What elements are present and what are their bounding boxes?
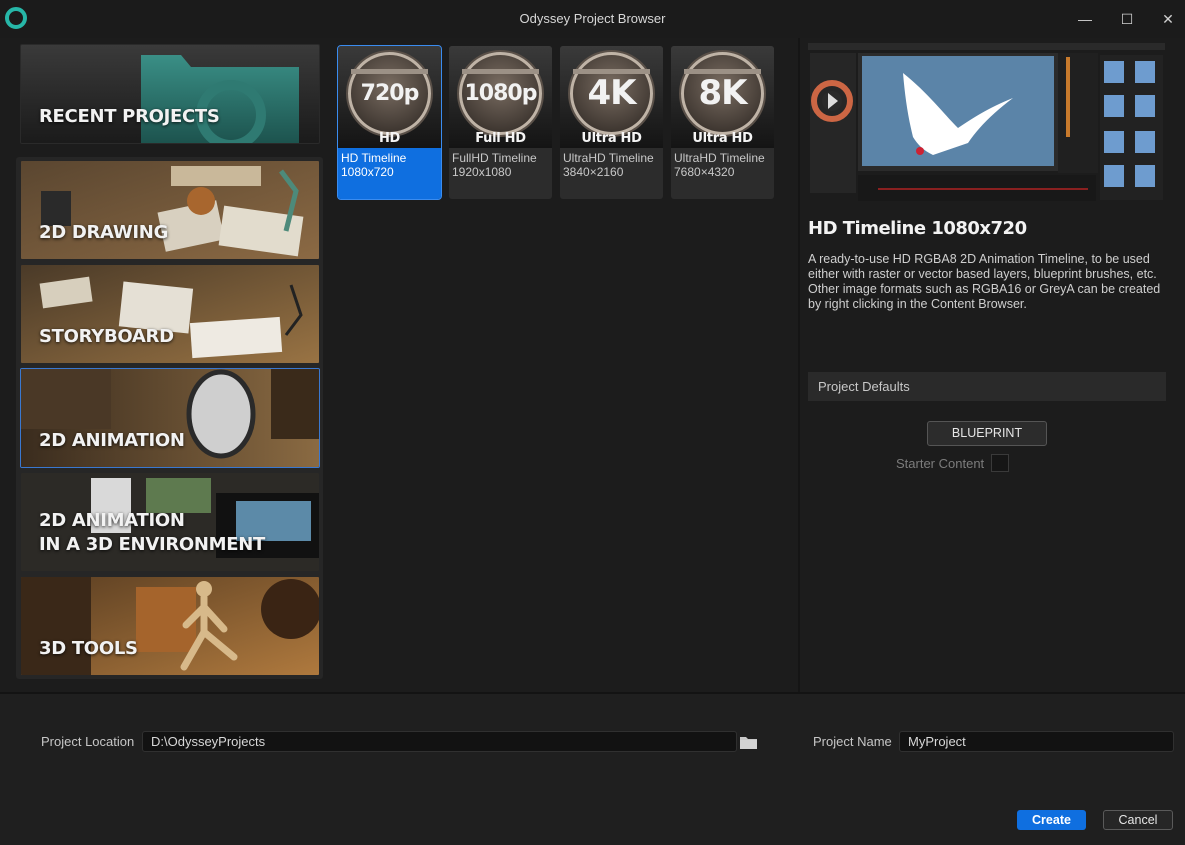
close-button[interactable]: ✕ (1157, 8, 1179, 30)
blueprint-button[interactable]: BLUEPRINT (927, 421, 1047, 446)
project-name-label: Project Name (813, 734, 892, 749)
project-location-input[interactable]: D:\OdysseyProjects (142, 731, 737, 752)
template-tile-4k[interactable]: 4K Ultra HD UltraHD Timeline 3840×2160 (560, 46, 663, 199)
category-3d-tools[interactable]: 3D TOOLS (20, 576, 320, 676)
project-defaults-header: Project Defaults (808, 372, 1166, 401)
template-thumbnail: 4K Ultra HD (560, 46, 663, 148)
window-title: Odyssey Project Browser (519, 11, 666, 26)
template-detail-description: A ready-to-use HD RGBA8 2D Animation Tim… (808, 252, 1161, 311)
template-thumbnail: 8K Ultra HD (671, 46, 774, 148)
template-resolution: 1080x720 (341, 165, 394, 179)
template-name: FullHD Timeline (452, 151, 537, 165)
template-thumbnail: 1080p Full HD (449, 46, 552, 148)
category-label: 3D TOOLS (39, 638, 138, 659)
category-label: STORYBOARD (39, 326, 174, 347)
vertical-divider (798, 38, 800, 692)
template-name: UltraHD Timeline (563, 151, 654, 165)
template-tile-hd[interactable]: 720p HD HD Timeline 1080x720 (337, 45, 442, 200)
category-label: 2D ANIMATION (39, 510, 185, 531)
resolution-badge-icon: 4K (570, 52, 653, 135)
mannequin-image (21, 577, 319, 675)
template-name: HD Timeline (341, 151, 407, 165)
template-tile-full-hd[interactable]: 1080p Full HD FullHD Timeline 1920x1080 (449, 46, 552, 199)
badge-label: 4K (587, 73, 636, 113)
template-subtitle: Ultra HD (581, 131, 642, 146)
template-resolution: 3840×2160 (563, 165, 624, 179)
category-storyboard[interactable]: STORYBOARD (20, 264, 320, 364)
template-subtitle: HD (378, 131, 401, 146)
badge-label: 8K (698, 73, 747, 113)
resolution-badge-icon: 720p (348, 52, 431, 135)
category-label: RECENT PROJECTS (39, 106, 220, 127)
badge-label: 1080p (464, 81, 538, 106)
template-thumbnail: 720p HD (338, 46, 441, 148)
project-name-input[interactable]: MyProject (899, 731, 1174, 752)
category-2d-drawing[interactable]: 2D DRAWING (20, 160, 320, 260)
category-label-line2: IN A 3D ENVIRONMENT (39, 534, 266, 555)
badge-label: 720p (360, 81, 420, 106)
folder-browse-icon[interactable] (740, 736, 757, 749)
cancel-button[interactable]: Cancel (1103, 810, 1173, 830)
resolution-badge-icon: 8K (681, 52, 764, 135)
template-preview-image (808, 43, 1165, 204)
title-bar: Odyssey Project Browser — ☐ ✕ (0, 0, 1185, 38)
template-detail-title: HD Timeline 1080x720 (808, 218, 1027, 239)
category-2d-animation-3d-environment[interactable]: 2D ANIMATION IN A 3D ENVIRONMENT (20, 472, 320, 572)
category-2d-animation[interactable]: 2D ANIMATION (20, 368, 320, 468)
template-subtitle: Full HD (475, 131, 526, 146)
template-resolution: 1920x1080 (452, 165, 512, 179)
minimize-button[interactable]: — (1074, 8, 1096, 30)
category-recent-projects[interactable]: RECENT PROJECTS (20, 44, 320, 144)
drawing-desk-image (21, 161, 319, 259)
crane-animation-preview-icon (808, 43, 1165, 204)
starter-content-label: Starter Content (896, 456, 985, 471)
resolution-badge-icon: 1080p (459, 52, 542, 135)
template-tile-8k[interactable]: 8K Ultra HD UltraHD Timeline 7680×4320 (671, 46, 774, 199)
bottom-panel (0, 694, 1185, 845)
template-resolution: 7680×4320 (674, 165, 735, 179)
storyboard-desk-image (21, 265, 319, 363)
teal-folder-icon (21, 45, 319, 143)
category-label: 2D ANIMATION (39, 430, 185, 451)
category-label: 2D DRAWING (39, 222, 169, 243)
maximize-button[interactable]: ☐ (1116, 8, 1138, 30)
starter-content-checkbox[interactable] (991, 454, 1009, 472)
create-button[interactable]: Create (1017, 810, 1086, 830)
template-subtitle: Ultra HD (692, 131, 753, 146)
project-location-label: Project Location (41, 734, 135, 749)
template-name: UltraHD Timeline (674, 151, 765, 165)
